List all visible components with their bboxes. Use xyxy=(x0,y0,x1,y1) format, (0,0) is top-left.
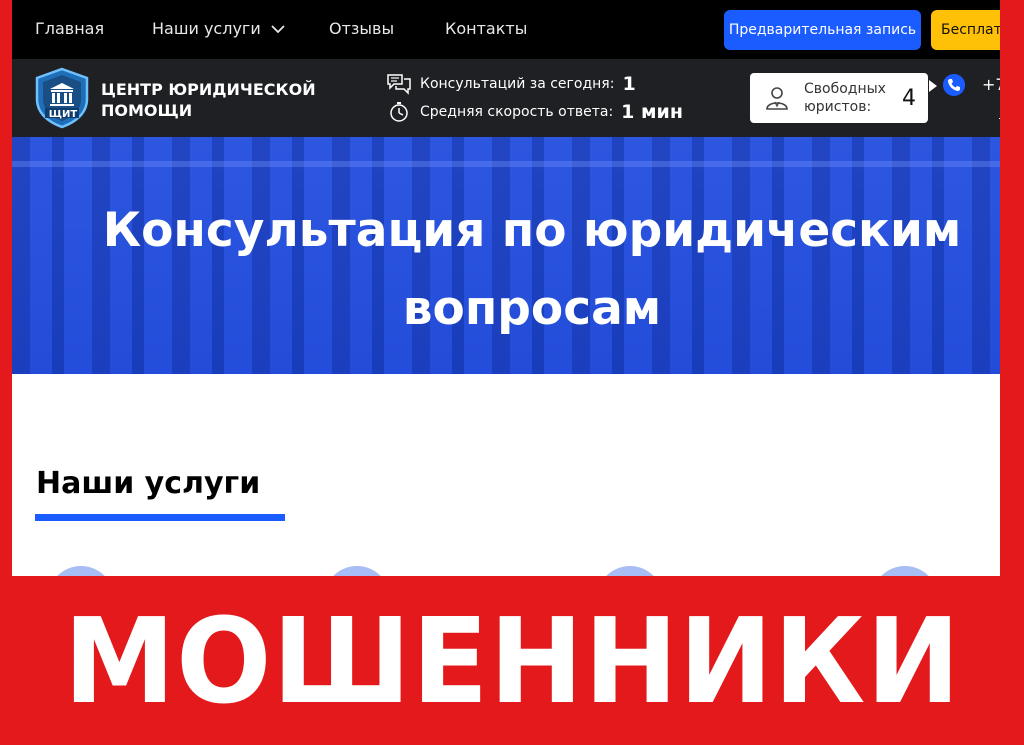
warning-banner: МОШЕННИКИ xyxy=(0,576,1024,745)
service-icon-circle[interactable] xyxy=(597,566,663,576)
booking-button[interactable]: Предварительная запись xyxy=(724,10,921,50)
free-lawyers-count: 4 xyxy=(902,85,916,111)
hero-background-shelf xyxy=(12,161,1000,167)
hero-title-line-1: Консультация по юридическим xyxy=(102,203,962,258)
phone-icon[interactable] xyxy=(943,74,965,96)
stat-value: 1 xyxy=(622,73,636,95)
callback-link[interactable]: За xyxy=(999,100,1000,119)
hero-title: Консультация по юридическим вопросам xyxy=(12,192,1000,348)
hero-title-line-2: вопросам xyxy=(402,281,662,336)
nav-link-services-label: Наши услуги xyxy=(152,19,261,38)
stopwatch-icon xyxy=(390,102,408,122)
chevron-down-icon xyxy=(271,24,285,33)
stat-label: Консультаций за сегодня: xyxy=(420,76,615,92)
phone-number-link[interactable]: +7 ( xyxy=(982,75,1000,94)
nav-link-reviews[interactable]: Отзывы xyxy=(329,19,394,38)
service-icon-circle[interactable] xyxy=(324,566,390,576)
chat-bubbles-icon xyxy=(387,74,411,95)
services-heading-underline xyxy=(35,514,285,521)
shield-logo-icon[interactable] xyxy=(34,67,90,129)
nav-link-services[interactable]: Наши услуги xyxy=(152,19,285,38)
header-bar: ЩИТ ЦЕНТР ЮРИДИЧЕСКОЙ ПОМОЩИ Консультаци… xyxy=(12,59,1000,137)
logo-line-2: ПОМОЩИ xyxy=(101,101,193,120)
top-navigation: Главная Наши услуги Отзывы Контакты Пред… xyxy=(12,0,1000,59)
warning-banner-text: МОШЕННИКИ xyxy=(63,591,961,730)
nav-link-contacts[interactable]: Контакты xyxy=(445,19,527,38)
stat-label: Средняя скорость ответа: xyxy=(420,104,614,120)
free-lawyers-label: Свободных юристов: xyxy=(804,80,890,116)
free-consultation-button[interactable]: Бесплатна xyxy=(931,10,1000,50)
site-screenshot: Главная Наши услуги Отзывы Контакты Пред… xyxy=(12,0,1000,576)
hero-banner: Консультация по юридическим вопросам xyxy=(12,137,1000,374)
logo-badge: ЩИТ xyxy=(49,109,78,119)
stat-consultations-today: Консультаций за сегодня: 1 xyxy=(386,73,636,95)
free-lawyers-widget: Свободных юристов: 4 xyxy=(750,73,928,123)
stat-response-speed: Средняя скорость ответа: 1 мин xyxy=(386,101,683,123)
service-icon-circle[interactable] xyxy=(872,566,938,576)
services-heading: Наши услуги xyxy=(36,466,261,501)
logo-badge-text: ЩИТ xyxy=(49,109,78,119)
lawyer-user-icon xyxy=(766,87,788,110)
service-icon-circle[interactable] xyxy=(48,566,114,576)
arrow-right-icon xyxy=(929,80,937,92)
free-lawyers-label-line-2: юристов: xyxy=(804,99,872,115)
logo-text[interactable]: ЦЕНТР ЮРИДИЧЕСКОЙ ПОМОЩИ xyxy=(101,79,316,121)
nav-link-home[interactable]: Главная xyxy=(35,19,104,38)
free-lawyers-label-line-1: Свободных xyxy=(804,81,886,97)
stat-value: 1 мин xyxy=(621,101,683,123)
logo-line-1: ЦЕНТР ЮРИДИЧЕСКОЙ xyxy=(101,80,316,99)
